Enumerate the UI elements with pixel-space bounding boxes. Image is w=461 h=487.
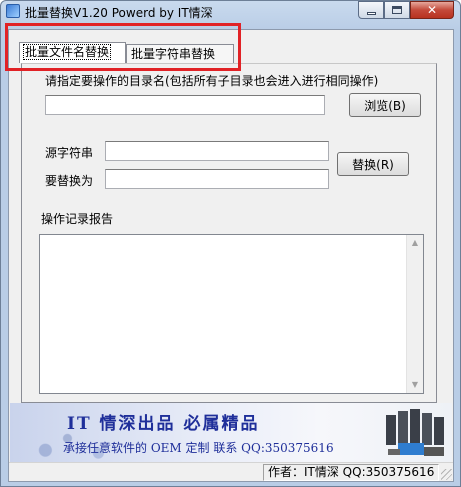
- size-grip-icon[interactable]: [441, 469, 452, 480]
- minimize-icon: [366, 12, 376, 15]
- replace-with-label: 要替换为: [45, 174, 94, 188]
- source-string-input[interactable]: [105, 141, 329, 161]
- source-string-label: 源字符串: [45, 146, 94, 160]
- banner-subtitle: 承接任意软件的 OEM 定制 联系 QQ:350375616: [63, 441, 334, 455]
- log-textarea[interactable]: ▲ ▼: [39, 234, 424, 394]
- minimize-button[interactable]: [358, 1, 384, 19]
- app-icon: [6, 4, 20, 18]
- browse-button[interactable]: 浏览(B): [349, 93, 421, 117]
- maximize-button[interactable]: [384, 1, 410, 19]
- title-bar[interactable]: 批量替换V1.20 Powerd by IT情深 ✕: [1, 1, 460, 23]
- log-scrollbar[interactable]: ▲ ▼: [406, 235, 423, 393]
- tab-filename-replace[interactable]: 批量文件名替换: [19, 42, 126, 63]
- banner-title: IT 情深出品 必属精品: [67, 414, 260, 434]
- close-icon: ✕: [426, 3, 438, 17]
- maximize-icon: [392, 6, 402, 14]
- client-area: 批量文件名替换 批量字符串替换 请指定要操作的目录名(包括所有子目录也会进入进行…: [8, 29, 454, 482]
- tab-panel: 请指定要操作的目录名(包括所有子目录也会进入进行相同操作) 浏览(B) 源字符串…: [21, 63, 437, 403]
- status-bar: 作者：IT情深 QQ:350375616: [9, 462, 453, 481]
- window-title: 批量替换V1.20 Powerd by IT情深: [25, 6, 213, 20]
- replace-with-input[interactable]: [105, 169, 329, 189]
- tab-label: 批量文件名替换: [22, 44, 112, 60]
- status-author: 作者：IT情深 QQ:350375616: [263, 464, 439, 481]
- close-button[interactable]: ✕: [410, 1, 454, 19]
- main-window: 批量替换V1.20 Powerd by IT情深 ✕ 批量文件名替换 批量字符串…: [0, 0, 461, 487]
- scroll-up-icon[interactable]: ▲: [407, 235, 423, 251]
- promo-banner: IT 情深出品 必属精品 承接任意软件的 OEM 定制 联系 QQ:350375…: [10, 403, 452, 462]
- log-label: 操作记录报告: [41, 212, 114, 226]
- replace-button[interactable]: 替换(R): [337, 152, 409, 176]
- tab-label: 批量字符串替换: [131, 47, 216, 61]
- directory-input[interactable]: [45, 95, 325, 115]
- computer-cluster-icon: [386, 409, 444, 456]
- scroll-down-icon[interactable]: ▼: [407, 377, 423, 393]
- tab-string-replace[interactable]: 批量字符串替换: [126, 44, 234, 63]
- directory-label: 请指定要操作的目录名(包括所有子目录也会进入进行相同操作): [45, 74, 379, 88]
